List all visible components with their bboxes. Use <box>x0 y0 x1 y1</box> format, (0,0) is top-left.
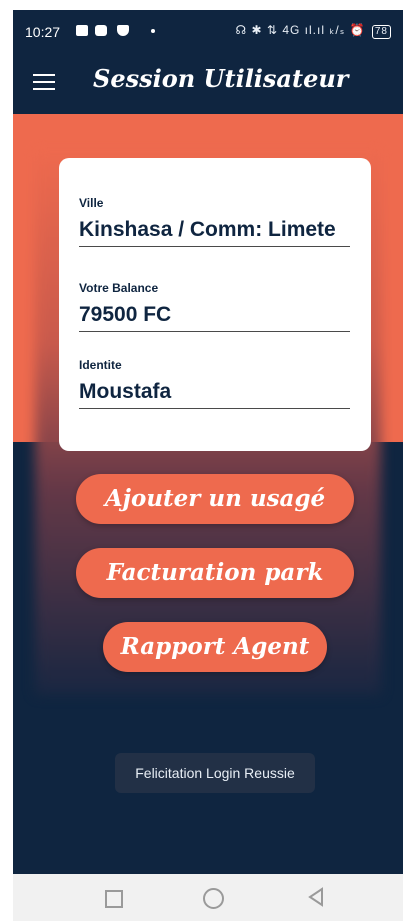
city-field: Ville Kinshasa / Comm: Limete <box>79 196 350 247</box>
recent-apps-icon[interactable] <box>105 890 123 908</box>
billing-button[interactable]: Facturation park <box>76 548 354 598</box>
login-success-toast: Felicitation Login Reussie <box>115 753 315 793</box>
hamburger-menu-icon[interactable] <box>33 74 55 92</box>
app-bar: Session Utilisateur <box>13 52 403 114</box>
more-notifications-icon <box>151 29 155 33</box>
city-value: Kinshasa / Comm: Limete <box>79 218 350 247</box>
youtube-notification-icon <box>95 25 107 36</box>
status-icons-text: ☊ ✱ ⇅ 4G ıl.ıl ₖ/ₛ ⏰ <box>235 23 366 37</box>
status-time: 10:27 <box>25 24 61 40</box>
app-title: Session Utilisateur <box>93 64 349 93</box>
user-info-card: Ville Kinshasa / Comm: Limete Votre Bala… <box>59 158 371 451</box>
system-nav-bar <box>13 874 403 921</box>
back-icon[interactable] <box>305 886 327 908</box>
gallery-notification-icon <box>76 25 88 36</box>
identity-value: Moustafa <box>79 380 350 409</box>
app-screen: 10:27 ☊ ✱ ⇅ 4G ıl.ıl ₖ/ₛ ⏰ 78 Session Ut… <box>13 10 403 874</box>
shield-notification-icon <box>117 25 129 36</box>
balance-value: 79500 FC <box>79 303 350 332</box>
city-label: Ville <box>79 196 104 210</box>
home-icon[interactable] <box>203 888 224 909</box>
agent-report-button[interactable]: Rapport Agent <box>103 622 327 672</box>
status-bar: 10:27 ☊ ✱ ⇅ 4G ıl.ıl ₖ/ₛ ⏰ 78 <box>13 10 403 52</box>
add-user-button[interactable]: Ajouter un usagé <box>76 474 354 524</box>
battery-icon: 78 <box>371 25 391 39</box>
balance-label: Votre Balance <box>79 281 159 295</box>
identity-field: Identite Moustafa <box>79 358 350 409</box>
balance-field: Votre Balance 79500 FC <box>79 281 350 332</box>
status-right-icons: ☊ ✱ ⇅ 4G ıl.ıl ₖ/ₛ ⏰ 78 <box>236 23 391 39</box>
identity-label: Identite <box>79 358 122 372</box>
